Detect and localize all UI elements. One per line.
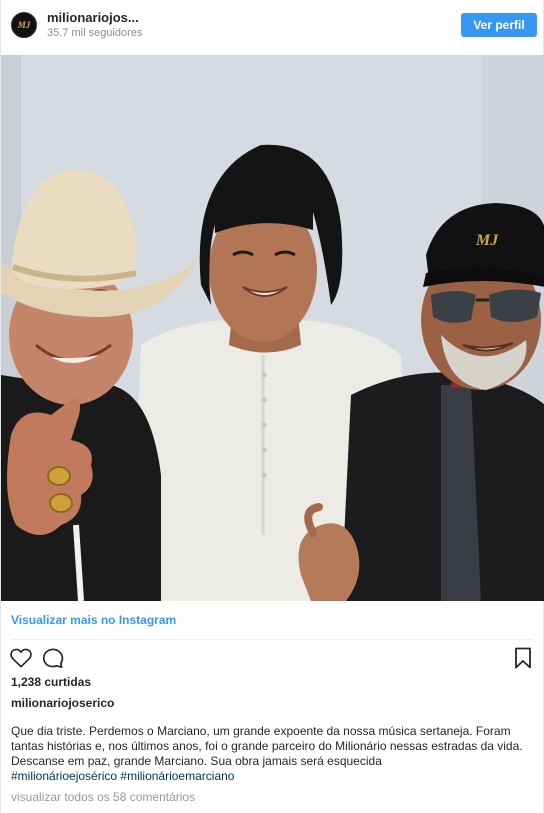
heart-icon — [10, 648, 32, 668]
instagram-embed: MJ milionariojos... 35.7 mil seguidores … — [0, 0, 544, 813]
action-bar — [9, 646, 65, 670]
hashtag-link[interactable]: #milionárioemarciano — [120, 769, 234, 783]
photo-illustration: MJ — [1, 55, 544, 601]
save-button[interactable] — [511, 646, 535, 670]
user-block: milionariojos... 35.7 mil seguidores — [47, 10, 142, 40]
like-button[interactable] — [9, 646, 33, 670]
hashtag-list: #milionárioejosérico #milionárioemarcian… — [11, 769, 234, 784]
like-count: 1,238 curtidas — [11, 675, 92, 689]
comment-button[interactable] — [41, 646, 65, 670]
bookmark-icon — [515, 647, 531, 669]
view-comments-link[interactable]: visualizar todos os 58 comentários — [11, 790, 195, 804]
post-photo[interactable]: MJ — [1, 55, 544, 601]
mj-logo-icon: MJ — [12, 13, 36, 37]
view-more-link[interactable]: Visualizar mais no Instagram — [11, 613, 176, 627]
caption-username[interactable]: milionariojoserico — [11, 696, 114, 710]
follower-count: 35.7 mil seguidores — [47, 27, 143, 39]
hashtag-link[interactable]: #milionárioejosérico — [11, 769, 117, 783]
divider — [11, 639, 533, 640]
username[interactable]: milionariojos... — [47, 10, 142, 26]
cap-logo-text: MJ — [475, 232, 499, 249]
post-header: MJ milionariojos... 35.7 mil seguidores … — [1, 0, 544, 50]
avatar-logo-text: MJ — [17, 20, 31, 30]
caption-text: Que dia triste. Perdemos o Marciano, um … — [11, 724, 523, 768]
comment-icon — [42, 648, 64, 668]
avatar[interactable]: MJ — [11, 12, 37, 38]
view-profile-button[interactable]: Ver perfil — [461, 13, 537, 37]
